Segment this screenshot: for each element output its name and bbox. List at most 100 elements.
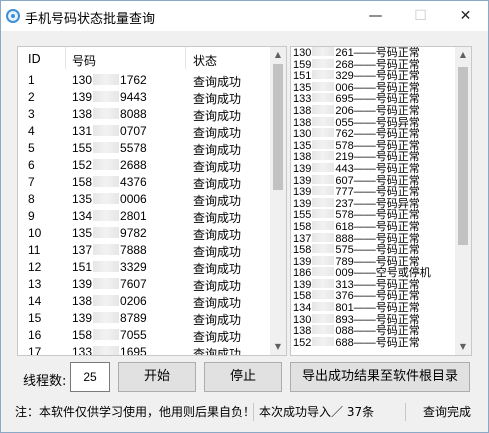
column-divider[interactable] [185, 47, 186, 69]
result-status: ——号码正常 [353, 70, 420, 83]
cell-id: 10 [28, 226, 42, 240]
redaction-mask [312, 313, 335, 323]
phone-suffix: 3329 [120, 260, 147, 274]
result-status: ——号码正常 [353, 104, 420, 117]
cell-phone: 133 1695 [72, 345, 147, 355]
redaction-mask [312, 93, 335, 103]
redaction-mask [93, 346, 120, 355]
phone-prefix: 139 [293, 174, 312, 187]
cell-phone: 135 9782 [72, 226, 147, 240]
result-status: ——号码正常 [353, 186, 420, 199]
phone-prefix: 138 [293, 104, 312, 117]
column-header-id[interactable]: ID [28, 52, 41, 66]
start-button[interactable]: 开始 [118, 362, 196, 392]
table-row[interactable]: 14 138 0206 查询成功 [18, 292, 270, 310]
phone-prefix: 131 [72, 124, 93, 138]
result-line: 139 237——号码异常 [291, 197, 455, 210]
column-header-phone[interactable]: 号码 [72, 52, 96, 69]
phone-suffix: 618 [335, 220, 354, 233]
cell-id: 6 [28, 158, 35, 172]
redaction-mask [312, 104, 335, 114]
scroll-down-icon[interactable]: ▼ [270, 339, 286, 355]
result-status: ——号码正常 [353, 174, 420, 187]
scroll-down-icon[interactable]: ▼ [455, 339, 471, 355]
phone-prefix: 139 [72, 277, 93, 291]
phone-prefix: 134 [293, 302, 312, 315]
redaction-mask [93, 108, 120, 119]
result-log[interactable]: 130 261——号码正常 159 268——号码正常 151 329——号码正常 135 0… [290, 46, 472, 356]
phone-prefix: 155 [293, 209, 312, 222]
table-row[interactable]: 7 158 4376 查询成功 [18, 173, 270, 191]
column-divider[interactable] [65, 47, 66, 69]
stop-button[interactable]: 停止 [204, 362, 282, 392]
phone-suffix: 9782 [120, 226, 147, 240]
result-status: ——号码正常 [353, 220, 420, 233]
redaction-mask [93, 142, 120, 153]
phone-prefix: 159 [293, 58, 312, 71]
phone-suffix: 888 [335, 232, 354, 245]
redaction-mask [312, 267, 335, 277]
minimize-button[interactable]: — [353, 1, 398, 31]
result-line: 152 688——号码正常 [291, 336, 455, 349]
status-divider [253, 403, 254, 421]
cell-id: 9 [28, 209, 35, 223]
scroll-up-icon[interactable]: ▲ [270, 47, 286, 63]
result-status: ——号码正常 [353, 162, 420, 175]
cell-phone: 137 7888 [72, 243, 147, 257]
table-row[interactable]: 10 135 9782 查询成功 [18, 224, 270, 242]
phone-suffix: 237 [335, 197, 354, 210]
scroll-thumb[interactable] [458, 67, 468, 245]
redaction-mask [93, 278, 120, 289]
result-line: 159 268——号码正常 [291, 58, 455, 71]
cell-phone: 139 7607 [72, 277, 147, 291]
redaction-mask [93, 74, 120, 85]
table-row[interactable]: 15 139 8789 查询成功 [18, 309, 270, 327]
table-row[interactable]: 16 158 7055 查询成功 [18, 326, 270, 344]
table-row[interactable]: 9 134 2801 查询成功 [18, 207, 270, 225]
cell-id: 8 [28, 192, 35, 206]
phone-suffix: 055 [335, 116, 354, 129]
phone-suffix: 009 [335, 267, 354, 280]
table-row[interactable]: 17 133 1695 查询成功 [18, 343, 270, 355]
result-line: 130 261——号码正常 [291, 47, 455, 59]
table-row[interactable]: 1 130 1762 查询成功 [18, 71, 270, 89]
phone-prefix: 138 [293, 151, 312, 164]
close-button[interactable]: ✕ [443, 1, 488, 31]
phone-prefix: 152 [72, 158, 93, 172]
table-row[interactable]: 6 152 2688 查询成功 [18, 156, 270, 174]
table-row[interactable]: 11 137 7888 查询成功 [18, 241, 270, 259]
result-status: ——号码正常 [353, 313, 420, 326]
column-header-status[interactable]: 状态 [193, 52, 217, 69]
scroll-thumb[interactable] [273, 64, 283, 190]
log-scrollbar[interactable]: ▲ ▼ [455, 47, 471, 355]
title-bar[interactable]: 手机号码状态批量查询 — ☐ ✕ [1, 1, 488, 31]
table-row[interactable]: 8 135 0006 查询成功 [18, 190, 270, 208]
cell-id: 4 [28, 124, 35, 138]
phone-suffix: 7055 [120, 328, 147, 342]
table-row[interactable]: 5 155 5578 查询成功 [18, 139, 270, 157]
threads-input[interactable]: 25 [70, 362, 110, 392]
redaction-mask [312, 58, 335, 68]
phone-suffix: 607 [335, 174, 354, 187]
phone-prefix: 138 [72, 294, 93, 308]
table-row[interactable]: 4 131 0707 查询成功 [18, 122, 270, 140]
table-scrollbar[interactable]: ▲ ▼ [270, 47, 286, 355]
table-row[interactable]: 12 151 3329 查询成功 [18, 258, 270, 276]
result-status: ——号码正常 [353, 128, 420, 141]
table-row[interactable]: 2 139 9443 查询成功 [18, 88, 270, 106]
redaction-mask [312, 116, 335, 126]
table-row[interactable]: 3 138 8088 查询成功 [18, 105, 270, 123]
redaction-mask [93, 329, 120, 340]
cell-id: 7 [28, 175, 35, 189]
status-bar: 注：本软件仅供学习使用，他用则后果自负！ 本次成功导入／ 37条 查询完成 [1, 401, 488, 432]
redaction-mask [93, 159, 120, 170]
scroll-up-icon[interactable]: ▲ [455, 47, 471, 63]
phone-suffix: 4376 [120, 175, 147, 189]
table-row[interactable]: 13 139 7607 查询成功 [18, 275, 270, 293]
result-status: ——号码正常 [353, 255, 420, 268]
result-status: ——号码异常 [353, 197, 420, 210]
phone-prefix: 130 [293, 313, 312, 326]
phone-suffix: 789 [335, 255, 354, 268]
result-table[interactable]: ID 号码 状态 1 130 1762 查询成功 2 139 9443 查询成功 3 138 808… [17, 46, 287, 356]
export-button[interactable]: 导出成功结果至软件根目录 [290, 362, 470, 392]
